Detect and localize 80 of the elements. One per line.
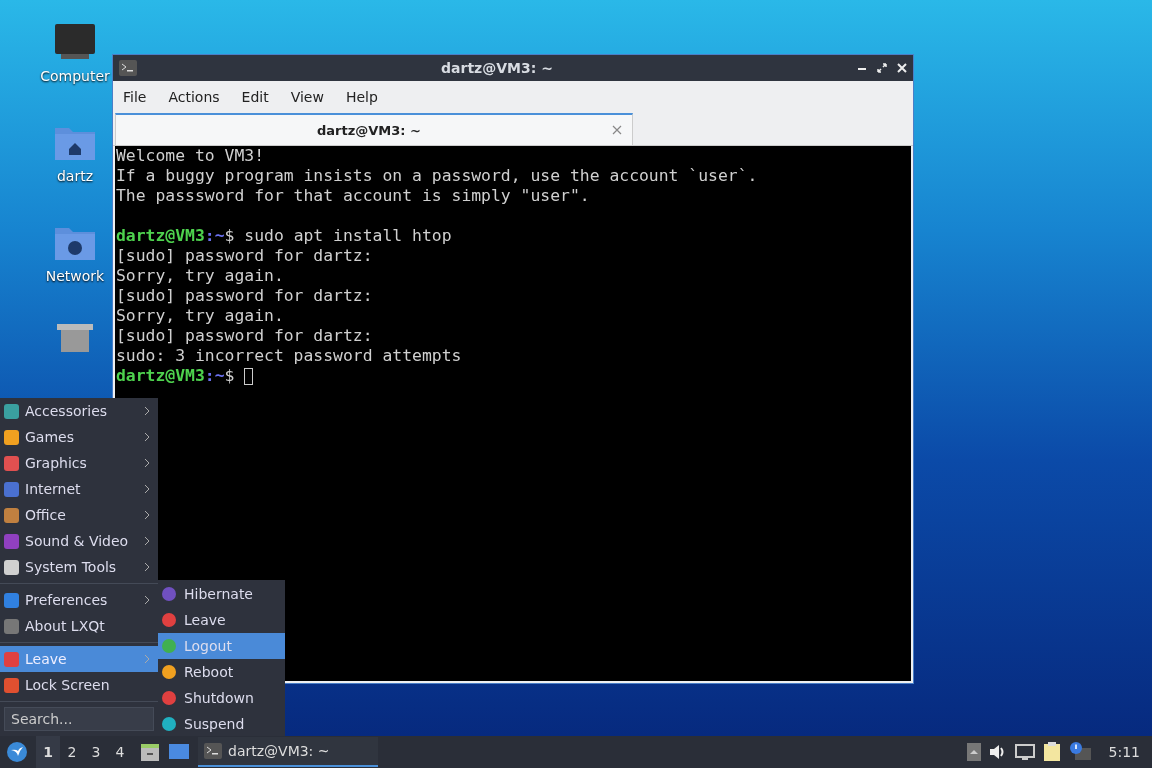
power-action-icon	[162, 717, 176, 731]
menu-item[interactable]: Help	[339, 89, 384, 105]
menu-item[interactable]: File	[117, 89, 153, 105]
menu-item[interactable]: Accessories	[0, 398, 158, 424]
menu-item[interactable]: Actions	[162, 89, 226, 105]
power-action-icon	[162, 587, 176, 601]
chevron-right-icon	[144, 432, 150, 442]
chevron-right-icon	[144, 595, 150, 605]
workspace-button[interactable]: 2	[60, 736, 84, 768]
power-action-icon	[162, 639, 176, 653]
task-button[interactable]: dartz@VM3: ~	[198, 737, 378, 767]
desktop-icon-label[interactable]: dartz	[56, 168, 94, 184]
menu-item[interactable]: Graphics	[0, 450, 158, 476]
terminal-line: Sorry, try again.	[116, 306, 285, 326]
menu-item[interactable]: Reboot	[158, 659, 285, 685]
power-action-icon	[162, 613, 176, 627]
chevron-right-icon	[144, 536, 150, 546]
menu-item[interactable]: Shutdown	[158, 685, 285, 711]
category-icon	[4, 559, 19, 575]
clipboard-icon[interactable]	[1042, 742, 1061, 762]
window-title: dartz@VM3: ~	[440, 60, 554, 76]
terminal-line: Sorry, try again.	[116, 266, 285, 286]
menu-item[interactable]: Sound & Video	[0, 528, 158, 554]
trash-icon[interactable]	[55, 322, 95, 352]
menu-item[interactable]: Preferences	[0, 587, 158, 613]
menu-item[interactable]: Hibernate	[158, 581, 285, 607]
category-icon	[4, 677, 19, 693]
chevron-right-icon	[144, 406, 150, 416]
category-icon	[4, 533, 19, 549]
terminal-line: [sudo] password for dartz:	[116, 326, 374, 346]
bird-logo-icon[interactable]	[6, 741, 28, 763]
menu-item[interactable]: About LXQt	[0, 613, 158, 639]
category-icon	[4, 592, 19, 608]
chevron-right-icon	[144, 510, 150, 520]
workspace-button[interactable]: 1	[36, 736, 60, 768]
menu-item[interactable]: Lock Screen	[0, 672, 158, 698]
terminal-tab[interactable]: dartz@VM3: ~	[115, 113, 633, 145]
search-field[interactable]: Search...	[4, 707, 154, 731]
chevron-right-icon	[144, 458, 150, 468]
notification-icon[interactable]	[1068, 742, 1091, 762]
terminal-prompt-line: dartz@VM3:~$	[116, 366, 235, 386]
category-icon	[4, 455, 19, 471]
category-icon	[4, 507, 19, 523]
category-icon	[4, 429, 19, 445]
chevron-right-icon	[144, 654, 150, 664]
terminal-line: [sudo] password for dartz:	[116, 246, 374, 266]
monitor-icon[interactable]	[53, 22, 97, 62]
power-action-icon	[162, 665, 176, 679]
category-icon	[4, 481, 19, 497]
file-cabinet-icon[interactable]	[140, 742, 160, 762]
menu-item[interactable]: View	[284, 89, 330, 105]
workspace-button[interactable]: 4	[108, 736, 132, 768]
maximize-icon[interactable]	[877, 63, 887, 73]
menu-item[interactable]: Leave	[158, 607, 285, 633]
menu-item[interactable]: Suspend	[158, 711, 285, 737]
category-icon	[4, 403, 19, 419]
menu-item[interactable]: Games	[0, 424, 158, 450]
terminal-icon	[119, 60, 137, 76]
network-icon[interactable]	[1014, 744, 1035, 760]
workspace-button[interactable]: 3	[84, 736, 108, 768]
category-icon	[4, 618, 19, 634]
terminal-prompt-line: dartz@VM3:~$ sudo apt install htop	[116, 226, 452, 246]
desktop-icon-label[interactable]: Network	[45, 268, 105, 284]
desktop-icon[interactable]	[168, 743, 190, 761]
terminal-line: sudo: 3 incorrect password attempts	[116, 346, 463, 366]
terminal-line: The passsword for that account is simply "user".	[116, 186, 591, 206]
power-action-icon	[162, 691, 176, 705]
terminal-icon	[204, 743, 222, 759]
text-cursor	[244, 367, 254, 385]
menu-item[interactable]: Internet	[0, 476, 158, 502]
terminal-line: [sudo] password for dartz:	[116, 286, 374, 306]
terminal-line: Welcome to VM3!	[116, 146, 266, 166]
menu-item[interactable]: Edit	[235, 89, 275, 105]
clock[interactable]: 5:11	[1108, 744, 1140, 760]
menu-item[interactable]: System Tools	[0, 554, 158, 580]
chevron-right-icon	[144, 562, 150, 572]
chevron-right-icon	[144, 484, 150, 494]
menu-item[interactable]: Office	[0, 502, 158, 528]
category-icon	[4, 651, 19, 667]
terminal-line: If a buggy program insists on a password, use the account `user`.	[116, 166, 759, 186]
